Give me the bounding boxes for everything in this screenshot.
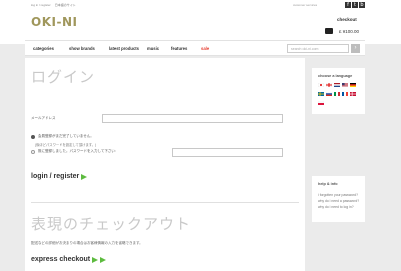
flag-italy-icon[interactable] bbox=[334, 92, 340, 96]
flag-poland-icon[interactable] bbox=[318, 101, 324, 105]
help-title: help & info bbox=[318, 182, 338, 186]
cart-total: £ ¥100.00 bbox=[339, 28, 360, 34]
flag-denmark-icon[interactable] bbox=[350, 92, 356, 96]
existing-customer-option[interactable]: 既に登録しました。パスワードを入力して下さい: bbox=[31, 149, 116, 154]
login-title: ログイン bbox=[31, 68, 96, 86]
help-link-forgotten-password[interactable]: i forgotten your password? bbox=[318, 193, 358, 197]
language-title: choose a language bbox=[318, 74, 353, 78]
nav-item-latest-products[interactable]: latest products bbox=[109, 46, 139, 51]
nav-item-categories[interactable]: categories bbox=[33, 46, 54, 51]
logo-text: OKI-NI bbox=[31, 15, 78, 29]
new-customer-option[interactable]: 会員登録がまだ完了していません。 bbox=[31, 134, 94, 139]
facebook-icon[interactable]: f bbox=[345, 2, 351, 8]
flag-germany-icon[interactable] bbox=[350, 83, 356, 87]
flag-france-icon[interactable] bbox=[342, 92, 348, 96]
help-link-why-password[interactable]: why do i need a password? bbox=[318, 199, 359, 203]
cart-icon bbox=[325, 28, 333, 34]
existing-customer-radio[interactable] bbox=[31, 149, 35, 154]
help-panel: help & info i forgotten your password? w… bbox=[312, 176, 365, 222]
utility-links: log in / register 日本語のサイト bbox=[31, 3, 76, 7]
email-label: メールアドレス bbox=[31, 116, 56, 120]
login-register-link[interactable]: log in / register bbox=[31, 3, 51, 7]
express-description: 配送などの詳細がお決まりの場合はお客様情報の入力を省略できます。 bbox=[31, 241, 143, 245]
arrow-right-icon bbox=[81, 173, 88, 180]
express-checkout-title: 表現のチェックアウト bbox=[31, 215, 192, 233]
email-field[interactable] bbox=[102, 114, 283, 123]
japanese-site-link[interactable]: 日本語のサイト bbox=[55, 3, 76, 7]
login-button-label: login / register bbox=[31, 173, 80, 180]
flag-england-icon[interactable] bbox=[326, 83, 332, 87]
main-content: ログイン メールアドレス 会員登録がまだ完了していません。 (後ほどパスワードを… bbox=[25, 58, 305, 271]
main-nav: categories show brands latest products m… bbox=[25, 40, 365, 56]
new-customer-label: 会員登録がまだ完了していません。 bbox=[38, 134, 94, 138]
twitter-icon[interactable]: t bbox=[352, 2, 358, 8]
arrow-right-icon bbox=[100, 256, 107, 263]
new-customer-radio[interactable] bbox=[31, 134, 35, 139]
help-link-why-login[interactable]: why do i need to log in? bbox=[318, 205, 354, 209]
express-button-label: express checkout bbox=[31, 256, 91, 263]
search-input[interactable]: search oki-ni.com bbox=[287, 44, 349, 53]
existing-customer-label: 既に登録しました。パスワードを入力して下さい: bbox=[38, 149, 116, 153]
nav-item-show-brands[interactable]: show brands bbox=[69, 46, 95, 51]
site-logo[interactable]: OKI-NI bbox=[31, 15, 78, 29]
arrow-right-icon bbox=[92, 256, 99, 263]
section-divider bbox=[31, 202, 299, 203]
password-note: (後ほどパスワードを設定して頂けます。) bbox=[35, 143, 97, 147]
nav-item-features[interactable]: features bbox=[171, 46, 187, 51]
cart-summary[interactable]: £ ¥100.00 bbox=[325, 28, 359, 34]
language-panel: choose a language bbox=[312, 68, 365, 114]
nav-item-music[interactable]: music bbox=[147, 46, 159, 51]
site-header: log in / register 日本語のサイト customer servi… bbox=[0, 0, 401, 44]
blog-icon[interactable]: b bbox=[359, 2, 365, 8]
checkout-link[interactable]: checkout bbox=[337, 17, 357, 22]
flag-japan-icon[interactable] bbox=[318, 83, 324, 87]
password-field[interactable] bbox=[172, 148, 283, 157]
social-icons: f t b bbox=[345, 2, 365, 8]
search-button[interactable]: › bbox=[351, 44, 360, 53]
flag-netherlands-icon[interactable] bbox=[334, 83, 340, 87]
flag-sweden-icon[interactable] bbox=[318, 92, 324, 96]
express-checkout-button[interactable]: express checkout bbox=[31, 256, 107, 263]
customer-services-link[interactable]: customer services bbox=[293, 3, 317, 7]
nav-item-sale[interactable]: sale bbox=[201, 46, 209, 51]
flag-russia-icon[interactable] bbox=[326, 92, 332, 96]
flag-usa-icon[interactable] bbox=[342, 83, 348, 87]
login-register-button[interactable]: login / register bbox=[31, 173, 88, 180]
